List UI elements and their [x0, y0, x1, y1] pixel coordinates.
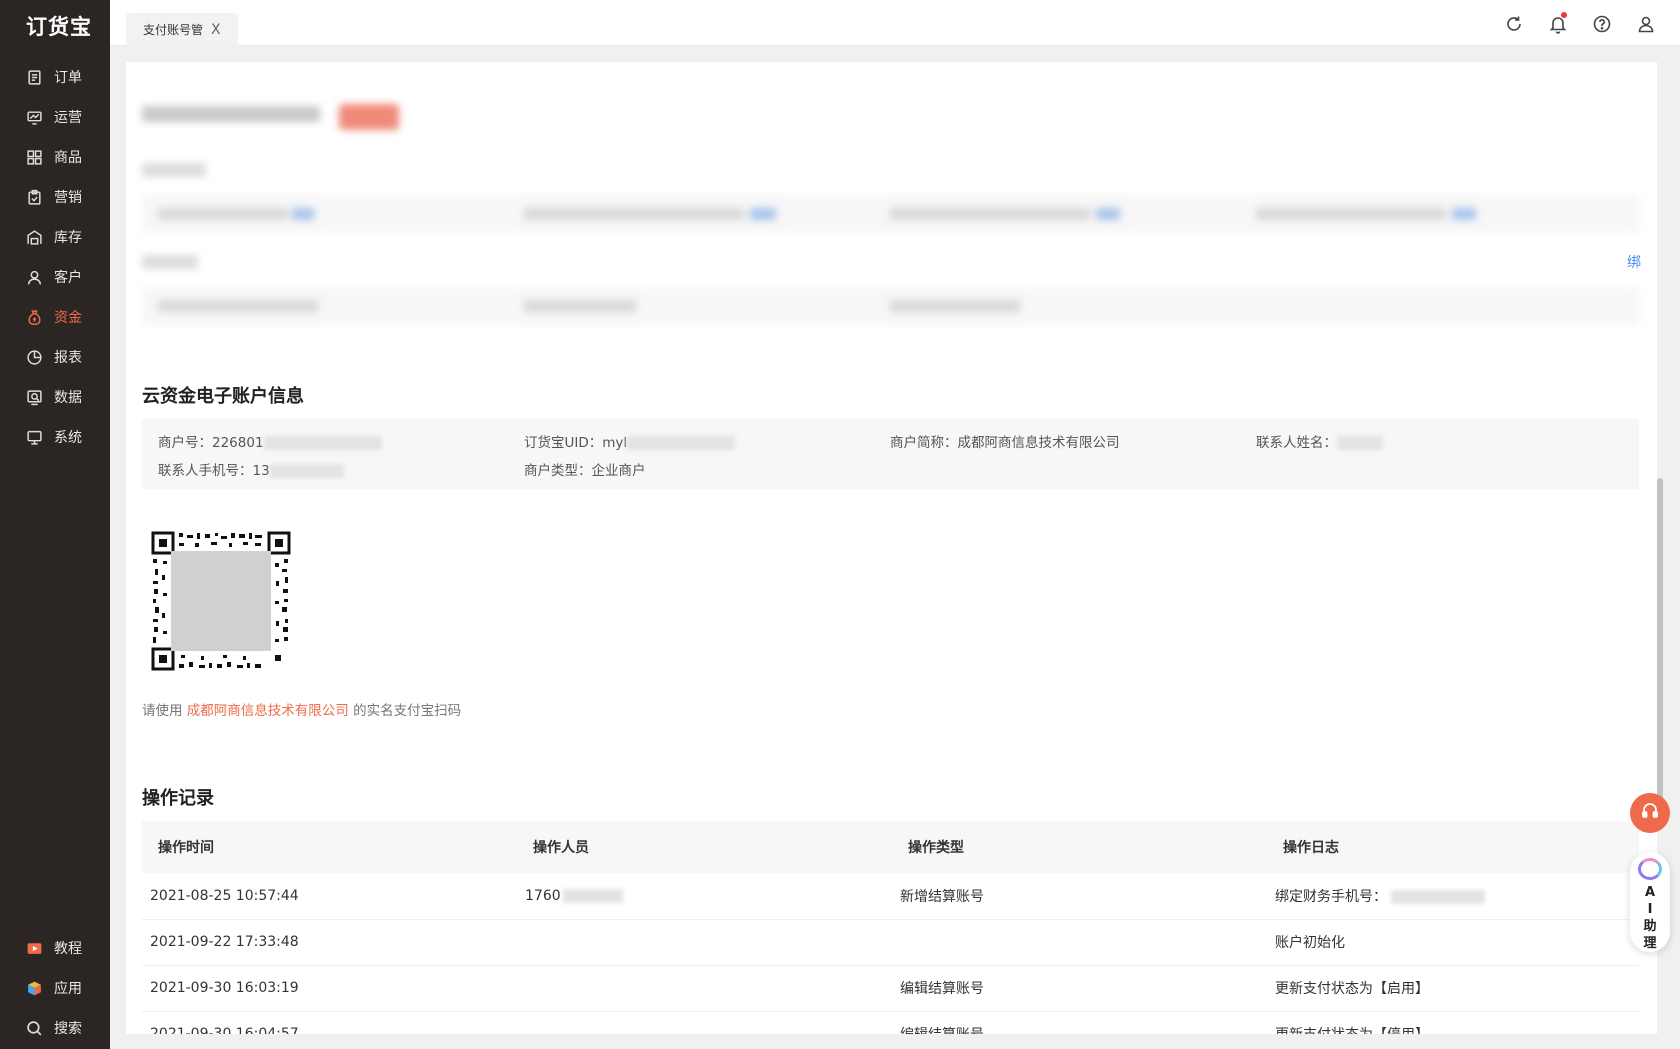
- sidebar-item-report[interactable]: 报表: [0, 337, 110, 377]
- sidebar-item-label: 营销: [54, 190, 82, 206]
- merchant-type-field: 商户类型：企业商户: [524, 463, 646, 479]
- column-header: 操作日志: [1267, 821, 1639, 873]
- ai-logo-icon: [1638, 858, 1662, 880]
- cube-icon: [26, 980, 43, 997]
- log-title: 操作记录: [142, 788, 214, 809]
- sidebar-item-label: 系统: [54, 430, 82, 446]
- sidebar-item-search[interactable]: 搜索: [0, 1008, 110, 1048]
- top-actions: [1504, 12, 1658, 36]
- sidebar-item-order[interactable]: 订单: [0, 57, 110, 97]
- sidebar-item-label: 运营: [54, 110, 82, 126]
- headset-icon: [1640, 801, 1660, 825]
- user-icon: [26, 269, 43, 286]
- ewallet-title: 云资金电子账户信息: [142, 386, 304, 407]
- close-icon[interactable]: X: [211, 22, 221, 38]
- clipboard-icon: [26, 189, 43, 206]
- tab-label: 支付账号管: [143, 23, 204, 37]
- blurred-subtitle-2: [142, 255, 198, 269]
- content-panel: 绑 云资金电子账户信息 商户号：226801 订货宝UID：myl 商户简称：成…: [126, 62, 1657, 1034]
- sidebar-item-funds[interactable]: 资金: [0, 297, 110, 337]
- sidebar-item-label: 应用: [54, 981, 82, 997]
- column-header: 操作类型: [892, 821, 1267, 873]
- merchant-no-field: 商户号：226801: [158, 431, 382, 451]
- blurred-subtitle: [142, 163, 206, 177]
- column-header: 操作时间: [142, 821, 517, 873]
- pie-chart-icon: [26, 349, 43, 366]
- bell-icon[interactable]: [1548, 12, 1570, 36]
- sidebar: 订货宝 订单 运营 商品 营销 库存 客户 资金 报表 数据 系统 教程 应用 …: [0, 0, 110, 1049]
- masked-value: [269, 464, 344, 478]
- table-row: 2021-09-22 17:33:48 账户初始化: [142, 919, 1639, 966]
- column-header: 操作人员: [517, 821, 892, 873]
- video-icon: [26, 940, 43, 957]
- top-bar: 支付账号管 X: [110, 0, 1680, 46]
- ai-assistant-button[interactable]: AI助理: [1630, 852, 1670, 952]
- chart-screen-icon: [26, 109, 43, 126]
- masked-value: [1337, 436, 1383, 450]
- operation-log-table: 操作时间 操作人员 操作类型 操作日志 2021-08-25 10:57:44 …: [142, 821, 1639, 1034]
- account-icon[interactable]: [1636, 14, 1658, 36]
- notification-dot: [1561, 12, 1567, 18]
- sidebar-item-operation[interactable]: 运营: [0, 97, 110, 137]
- table-row: 2021-09-30 16:03:19 编辑结算账号 更新支付状态为【启用】: [142, 965, 1639, 1012]
- tab-payment-account[interactable]: 支付账号管 X: [126, 13, 238, 46]
- sidebar-item-system[interactable]: 系统: [0, 417, 110, 457]
- contact-name-field: 联系人姓名：: [1256, 431, 1383, 451]
- masked-value: [562, 888, 623, 903]
- scrollbar-thumb[interactable]: [1657, 478, 1663, 823]
- refresh-icon[interactable]: [1504, 14, 1526, 36]
- short-name-field: 商户简称：成都阿商信息技术有限公司: [890, 435, 1120, 451]
- sidebar-item-label: 报表: [54, 350, 82, 366]
- sidebar-nav: 订单 运营 商品 营销 库存 客户 资金 报表 数据 系统: [0, 57, 110, 457]
- app-logo[interactable]: 订货宝: [26, 11, 92, 41]
- money-bag-icon: [26, 309, 43, 326]
- contact-phone-field: 联系人手机号：13: [158, 459, 344, 479]
- monitor-icon: [26, 429, 43, 446]
- sidebar-item-data[interactable]: 数据: [0, 377, 110, 417]
- company-name: 成都阿商信息技术有限公司: [186, 703, 349, 719]
- customer-service-button[interactable]: [1630, 793, 1670, 833]
- qr-hint: 请使用 成都阿商信息技术有限公司 的实名支付宝扫码: [142, 703, 462, 719]
- bottom-strip: [110, 1034, 1680, 1049]
- sidebar-item-label: 搜索: [54, 1021, 82, 1037]
- masked-value: [1391, 889, 1485, 904]
- ai-assistant-label: AI助理: [1643, 885, 1657, 951]
- sidebar-item-label: 库存: [54, 230, 82, 246]
- sidebar-item-goods[interactable]: 商品: [0, 137, 110, 177]
- qr-code: [151, 531, 291, 671]
- sidebar-item-apps[interactable]: 应用: [0, 968, 110, 1008]
- table-row: 2021-08-25 10:57:44 1760 新增结算账号 绑定财务手机号：: [142, 873, 1639, 920]
- sidebar-item-label: 商品: [54, 150, 82, 166]
- blurred-title: [142, 106, 320, 122]
- sidebar-item-inventory[interactable]: 库存: [0, 217, 110, 257]
- bind-link[interactable]: 绑: [1627, 252, 1641, 272]
- masked-value: [627, 436, 736, 450]
- help-icon[interactable]: [1592, 14, 1614, 36]
- sidebar-bottom-nav: 教程 应用 搜索: [0, 928, 110, 1048]
- table-row: 2021-09-30 16:04:57 编辑结算账号 更新支付状态为【停用】: [142, 1011, 1639, 1034]
- blurred-badge: [339, 104, 399, 130]
- masked-value: [263, 436, 382, 450]
- sidebar-item-label: 教程: [54, 941, 82, 957]
- sidebar-item-customer[interactable]: 客户: [0, 257, 110, 297]
- warehouse-icon: [26, 229, 43, 246]
- sidebar-item-label: 数据: [54, 390, 82, 406]
- ewallet-info-box: 商户号：226801 订货宝UID：myl 商户简称：成都阿商信息技术有限公司 …: [142, 419, 1639, 489]
- sidebar-item-tutorial[interactable]: 教程: [0, 928, 110, 968]
- order-icon: [26, 69, 43, 86]
- sidebar-item-marketing[interactable]: 营销: [0, 177, 110, 217]
- sidebar-item-label: 订单: [54, 70, 82, 86]
- uid-field: 订货宝UID：myl: [524, 431, 736, 451]
- blurred-info-row-2: [142, 287, 1639, 325]
- data-search-icon: [26, 389, 43, 406]
- blurred-info-row: [142, 195, 1639, 233]
- search-icon: [26, 1020, 43, 1037]
- sidebar-item-label: 资金: [54, 310, 82, 326]
- sidebar-item-label: 客户: [54, 270, 82, 286]
- grid-icon: [26, 149, 43, 166]
